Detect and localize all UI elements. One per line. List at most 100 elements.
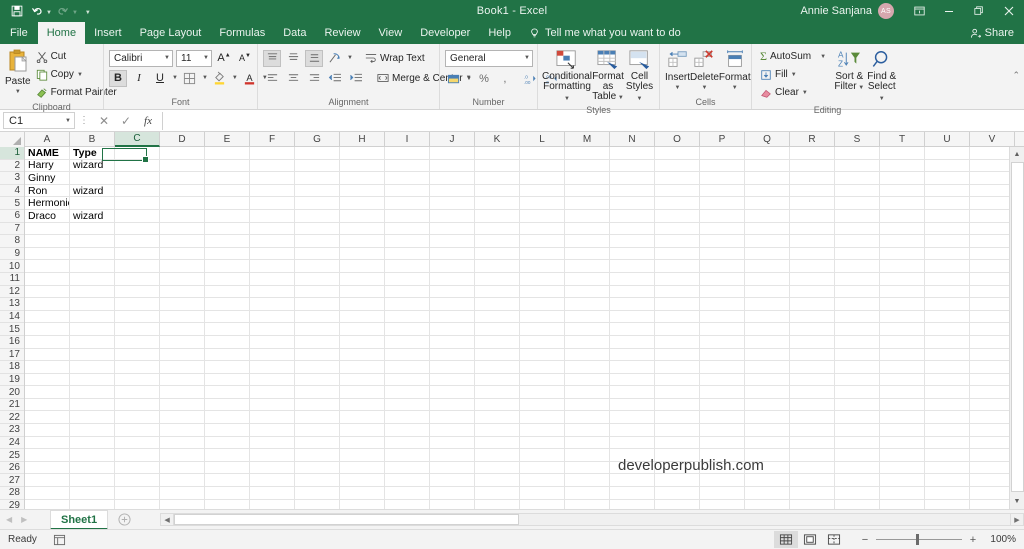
cell-D16[interactable] — [160, 335, 205, 348]
cell-B5[interactable] — [70, 197, 115, 209]
sort-filter-dropdown-icon[interactable]: ▼ — [857, 85, 864, 91]
cell-N2[interactable] — [610, 159, 655, 172]
cell-L1[interactable] — [520, 147, 565, 159]
insert-cells-button[interactable]: Insert ▼ — [665, 47, 690, 94]
cell-C12[interactable] — [115, 285, 160, 298]
cell-C29[interactable] — [115, 499, 160, 509]
cell-L21[interactable] — [520, 398, 565, 411]
cell-D6[interactable] — [160, 209, 205, 222]
cell-A14[interactable] — [25, 310, 70, 323]
format-cells-button[interactable]: Format ▼ — [719, 47, 751, 94]
cell-H25[interactable] — [340, 449, 385, 461]
cell-F17[interactable] — [250, 348, 295, 361]
cell-C8[interactable] — [115, 235, 160, 247]
cell-E11[interactable] — [205, 272, 250, 285]
cell-R6[interactable] — [790, 209, 835, 222]
cell-K27[interactable] — [475, 474, 520, 487]
cell-A12[interactable] — [25, 285, 70, 298]
cell-T15[interactable] — [880, 323, 925, 335]
row-header-11[interactable]: 11 — [0, 273, 24, 286]
cell-P22[interactable] — [700, 411, 745, 424]
cell-L28[interactable] — [520, 487, 565, 499]
cell-H10[interactable] — [340, 260, 385, 272]
cell-F3[interactable] — [250, 172, 295, 184]
align-middle-button[interactable] — [284, 50, 302, 67]
cell-P16[interactable] — [700, 335, 745, 348]
cell-O7[interactable] — [655, 222, 700, 235]
cell-L27[interactable] — [520, 474, 565, 487]
cell-E24[interactable] — [205, 436, 250, 449]
cell-C14[interactable] — [115, 310, 160, 323]
cell-M24[interactable] — [565, 436, 610, 449]
cell-K18[interactable] — [475, 361, 520, 373]
cell-E21[interactable] — [205, 398, 250, 411]
row-header-28[interactable]: 28 — [0, 487, 24, 500]
cell-C13[interactable] — [115, 298, 160, 310]
cell-S20[interactable] — [835, 386, 880, 398]
cell-F27[interactable] — [250, 474, 295, 487]
cell-N19[interactable] — [610, 373, 655, 386]
cell-G27[interactable] — [295, 474, 340, 487]
cell-L4[interactable] — [520, 184, 565, 197]
cell-R12[interactable] — [790, 285, 835, 298]
cell-A29[interactable] — [25, 499, 70, 509]
cell-H7[interactable] — [340, 222, 385, 235]
cell-T1[interactable] — [880, 147, 925, 159]
column-header-G[interactable]: G — [295, 132, 340, 147]
decrease-font-size-button[interactable]: A▼ — [236, 50, 254, 67]
cell-H12[interactable] — [340, 285, 385, 298]
cell-G26[interactable] — [295, 461, 340, 474]
cell-R19[interactable] — [790, 373, 835, 386]
minimize-button[interactable] — [934, 0, 964, 22]
normal-view-button[interactable] — [774, 531, 798, 548]
scroll-up-button[interactable]: ▲ — [1009, 147, 1024, 162]
row-header-26[interactable]: 26 — [0, 462, 24, 475]
font-name-dropdown-icon[interactable]: ▼ — [160, 55, 170, 61]
cell-S14[interactable] — [835, 310, 880, 323]
cell-Q24[interactable] — [745, 436, 790, 449]
cell-K3[interactable] — [475, 172, 520, 184]
cell-T4[interactable] — [880, 184, 925, 197]
cell-O29[interactable] — [655, 499, 700, 509]
cell-H2[interactable] — [340, 159, 385, 172]
cell-M12[interactable] — [565, 285, 610, 298]
cell-A18[interactable] — [25, 361, 70, 373]
cell-M20[interactable] — [565, 386, 610, 398]
cell-F19[interactable] — [250, 373, 295, 386]
cell-S5[interactable] — [835, 197, 880, 209]
cell-G11[interactable] — [295, 272, 340, 285]
cell-F4[interactable] — [250, 184, 295, 197]
cell-R20[interactable] — [790, 386, 835, 398]
column-header-N[interactable]: N — [610, 132, 655, 147]
column-header-A[interactable]: A — [25, 132, 70, 147]
cell-R5[interactable] — [790, 197, 835, 209]
column-header-L[interactable]: L — [520, 132, 565, 147]
cell-J23[interactable] — [430, 424, 475, 436]
column-header-M[interactable]: M — [565, 132, 610, 147]
cell-S7[interactable] — [835, 222, 880, 235]
cell-J3[interactable] — [430, 172, 475, 184]
close-button[interactable] — [994, 0, 1024, 22]
cell-P13[interactable] — [700, 298, 745, 310]
cell-E14[interactable] — [205, 310, 250, 323]
cell-K26[interactable] — [475, 461, 520, 474]
cell-L9[interactable] — [520, 247, 565, 260]
clear-dropdown-icon[interactable]: ▼ — [802, 90, 808, 96]
insert-function-button[interactable]: fx — [137, 112, 159, 130]
cell-D1[interactable] — [160, 147, 205, 159]
cell-T17[interactable] — [880, 348, 925, 361]
cell-I11[interactable] — [385, 272, 430, 285]
column-header-D[interactable]: D — [160, 132, 205, 147]
cell-N7[interactable] — [610, 222, 655, 235]
cell-B23[interactable] — [70, 424, 115, 436]
cell-O23[interactable] — [655, 424, 700, 436]
cell-E4[interactable] — [205, 184, 250, 197]
cell-N16[interactable] — [610, 335, 655, 348]
cell-K11[interactable] — [475, 272, 520, 285]
cell-N15[interactable] — [610, 323, 655, 335]
cell-G22[interactable] — [295, 411, 340, 424]
cell-U26[interactable] — [925, 461, 970, 474]
cell-L26[interactable] — [520, 461, 565, 474]
cell-D26[interactable] — [160, 461, 205, 474]
cell-Q15[interactable] — [745, 323, 790, 335]
